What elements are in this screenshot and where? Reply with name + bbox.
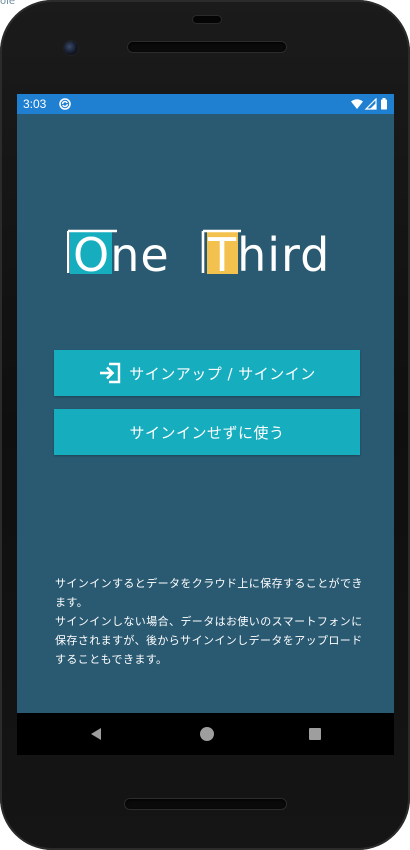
phone-frame: 3:03 One Third サインアップ / サインイン サインインせずに使う…	[0, 0, 410, 850]
signal-icon	[364, 98, 377, 110]
info-paragraph-local: サインインしない場合、データはお使いのスマートフォンに保存されますが、後からサイ…	[55, 615, 363, 666]
bottom-speaker-grille	[125, 799, 286, 809]
signup-signin-label: サインアップ / サインイン	[129, 364, 316, 383]
svg-text:Third: Third	[207, 228, 330, 280]
logo-text-third: Third	[207, 228, 330, 280]
top-earpiece	[193, 16, 221, 23]
app-logo: One Third	[67, 228, 330, 280]
status-time: 3:03	[23, 97, 47, 111]
info-text: サインインするとデータをクラウド上に保存することができます。 サインインしない場…	[55, 574, 367, 669]
use-without-signin-button[interactable]: サインインせずに使う	[54, 409, 360, 455]
front-camera	[64, 41, 78, 55]
battery-icon	[381, 98, 387, 110]
info-paragraph-cloud: サインインするとデータをクラウド上に保存することができます。	[55, 577, 363, 609]
app-screen: 3:03 One Third サインアップ / サインイン サインインせずに使う…	[17, 94, 394, 713]
wifi-icon	[351, 99, 363, 109]
page-corner-text: ole	[0, 0, 16, 7]
top-speaker-grille	[128, 42, 286, 52]
recents-icon[interactable]	[309, 728, 321, 740]
sync-icon	[59, 98, 71, 110]
login-arrow-icon	[100, 362, 121, 384]
use-without-signin-label: サインインせずに使う	[129, 423, 285, 442]
status-icons	[351, 98, 387, 110]
signup-signin-button[interactable]: サインアップ / サインイン	[54, 350, 360, 396]
logo-text-one: One	[73, 228, 170, 280]
status-bar: 3:03	[17, 94, 394, 114]
navigation-bar	[17, 713, 394, 755]
back-icon[interactable]	[89, 727, 103, 741]
svg-text:One: One	[73, 228, 170, 280]
home-icon[interactable]	[200, 727, 214, 741]
